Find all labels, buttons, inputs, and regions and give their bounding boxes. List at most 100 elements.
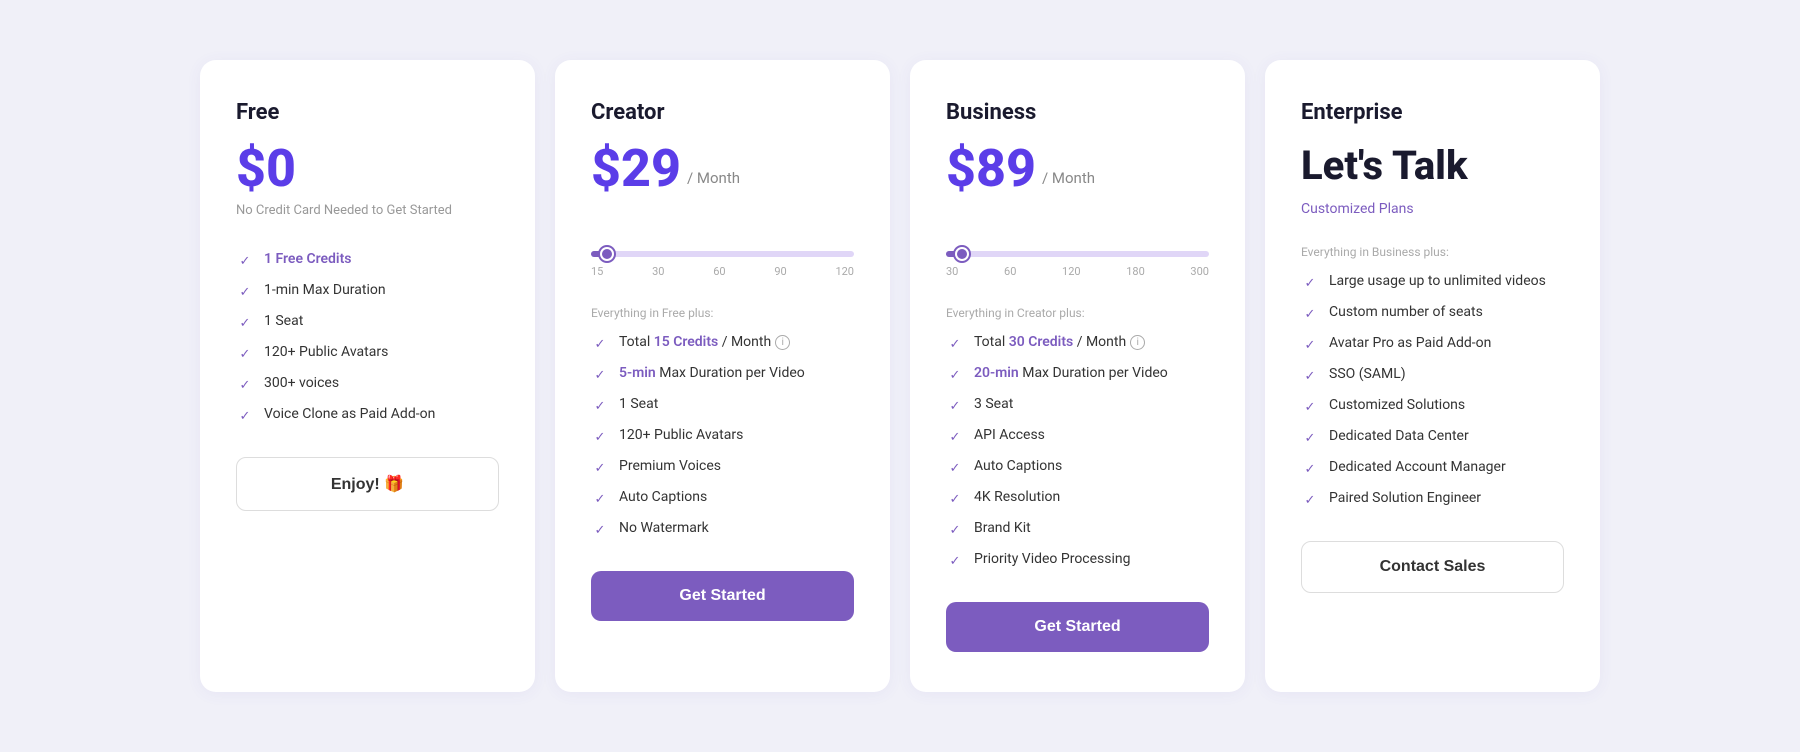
feature-text: SSO (SAML) — [1329, 366, 1406, 382]
plan-title: Enterprise — [1301, 100, 1564, 125]
slider-track[interactable] — [946, 251, 1209, 257]
feature-text: 1 Seat — [264, 313, 303, 329]
check-icon: ✓ — [591, 366, 609, 384]
cta-button[interactable]: Contact Sales — [1301, 541, 1564, 593]
feature-item: ✓3 Seat — [946, 396, 1209, 415]
feature-list: ✓Large usage up to unlimited videos✓Cust… — [1301, 273, 1564, 509]
check-icon: ✓ — [591, 428, 609, 446]
feature-item: ✓Total 15 Credits / Monthi — [591, 334, 854, 353]
check-icon: ✓ — [236, 376, 254, 394]
cta-button[interactable]: Get Started — [946, 602, 1209, 652]
feature-item: ✓ 1 Free Credits — [236, 251, 499, 270]
price-period: / Month — [1042, 169, 1095, 187]
slider-thumb — [600, 247, 614, 261]
check-icon: ✓ — [236, 252, 254, 270]
check-icon: ✓ — [591, 397, 609, 415]
feature-text: 1 Seat — [619, 396, 658, 412]
credits-slider-section: 15306090120 — [591, 251, 854, 278]
slider-label: 30 — [946, 265, 958, 278]
check-icon: ✓ — [946, 490, 964, 508]
slider-track[interactable] — [591, 251, 854, 257]
feature-text: Custom number of seats — [1329, 304, 1483, 320]
feature-item: ✓ Dedicated Data Center — [1301, 428, 1564, 447]
check-icon: ✓ — [591, 335, 609, 353]
check-icon: ✓ — [236, 407, 254, 425]
price-dollar: $ — [591, 143, 621, 195]
slider-label: 60 — [713, 265, 725, 278]
check-icon: ✓ — [591, 459, 609, 477]
feature-text: 4K Resolution — [974, 489, 1060, 505]
feature-text: 300+ voices — [264, 375, 339, 391]
price-row: $29/ Month — [591, 143, 854, 195]
slider-label: 300 — [1190, 265, 1209, 278]
price-amount: 0 — [266, 143, 296, 195]
feature-item: ✓Large usage up to unlimited videos — [1301, 273, 1564, 292]
price-note — [946, 203, 1209, 223]
feature-text: 1-min Max Duration — [264, 282, 386, 298]
plan-card-business: Business$89/ Month3060120180300Everythin… — [910, 60, 1245, 692]
feature-text: Large usage up to unlimited videos — [1329, 273, 1546, 289]
check-icon: ✓ — [1301, 305, 1319, 323]
check-icon: ✓ — [1301, 429, 1319, 447]
feature-item: ✓ Paired Solution Engineer — [1301, 490, 1564, 509]
feature-item: ✓ Premium Voices — [591, 458, 854, 477]
info-icon: i — [1130, 335, 1145, 350]
feature-text: 120+ Public Avatars — [264, 344, 388, 360]
feature-item: ✓Brand Kit — [946, 520, 1209, 539]
feature-text: API Access — [974, 427, 1045, 443]
feature-text: Voice Clone as Paid Add-on — [264, 406, 435, 422]
feature-item: ✓ Auto Captions — [591, 489, 854, 508]
cta-button[interactable]: Enjoy! 🎁 — [236, 457, 499, 511]
feature-text: Auto Captions — [619, 489, 707, 505]
slider-labels: 3060120180300 — [946, 265, 1209, 278]
check-icon: ✓ — [946, 459, 964, 477]
price-amount: 29 — [621, 143, 681, 195]
feature-text: 120+ Public Avatars — [619, 427, 743, 443]
plan-card-enterprise: EnterpriseLet's TalkCustomized PlansEver… — [1265, 60, 1600, 692]
price-note — [591, 203, 854, 223]
slider-label: 60 — [1004, 265, 1016, 278]
feature-item: ✓ 1 Seat — [591, 396, 854, 415]
feature-item: ✓Dedicated Account Manager — [1301, 459, 1564, 478]
check-icon: ✓ — [1301, 460, 1319, 478]
feature-item: ✓ SSO (SAML) — [1301, 366, 1564, 385]
feature-item: ✓Customized Solutions — [1301, 397, 1564, 416]
feature-item: ✓No Watermark — [591, 520, 854, 539]
check-icon: ✓ — [236, 314, 254, 332]
plan-title: Business — [946, 100, 1209, 125]
slider-label: 120 — [835, 265, 854, 278]
cta-button[interactable]: Get Started — [591, 571, 854, 621]
slider-label: 180 — [1126, 265, 1145, 278]
feature-highlight: 30 Credits — [1009, 334, 1074, 350]
check-icon: ✓ — [591, 521, 609, 539]
feature-item: ✓Total 30 Credits / Monthi — [946, 334, 1209, 353]
feature-text: Premium Voices — [619, 458, 721, 474]
feature-item: ✓ 20-min Max Duration per Video — [946, 365, 1209, 384]
feature-text: Paired Solution Engineer — [1329, 490, 1481, 506]
plan-card-free: Free$0No Credit Card Needed to Get Start… — [200, 60, 535, 692]
slider-label: 90 — [774, 265, 786, 278]
check-icon: ✓ — [946, 397, 964, 415]
feature-item: ✓ Auto Captions — [946, 458, 1209, 477]
credits-slider-section: 3060120180300 — [946, 251, 1209, 278]
check-icon: ✓ — [236, 283, 254, 301]
feature-text: Total 30 Credits / Monthi — [974, 334, 1145, 350]
check-icon: ✓ — [1301, 367, 1319, 385]
check-icon: ✓ — [591, 490, 609, 508]
feature-text: Brand Kit — [974, 520, 1031, 536]
feature-item: ✓ 1 Seat — [236, 313, 499, 332]
feature-item: ✓ 4K Resolution — [946, 489, 1209, 508]
check-icon: ✓ — [946, 428, 964, 446]
feature-text: Dedicated Data Center — [1329, 428, 1469, 444]
check-icon: ✓ — [1301, 491, 1319, 509]
lets-talk-heading: Let's Talk — [1301, 143, 1564, 189]
feature-text: 5-min Max Duration per Video — [619, 365, 805, 381]
slider-labels: 15306090120 — [591, 265, 854, 278]
feature-text: Auto Captions — [974, 458, 1062, 474]
section-label: Everything in Free plus: — [591, 306, 854, 320]
check-icon: ✓ — [946, 366, 964, 384]
feature-highlight: 5-min — [619, 365, 656, 381]
price-dollar: $ — [946, 143, 976, 195]
feature-text: 20-min Max Duration per Video — [974, 365, 1168, 381]
feature-text: 1 Free Credits — [264, 251, 351, 267]
